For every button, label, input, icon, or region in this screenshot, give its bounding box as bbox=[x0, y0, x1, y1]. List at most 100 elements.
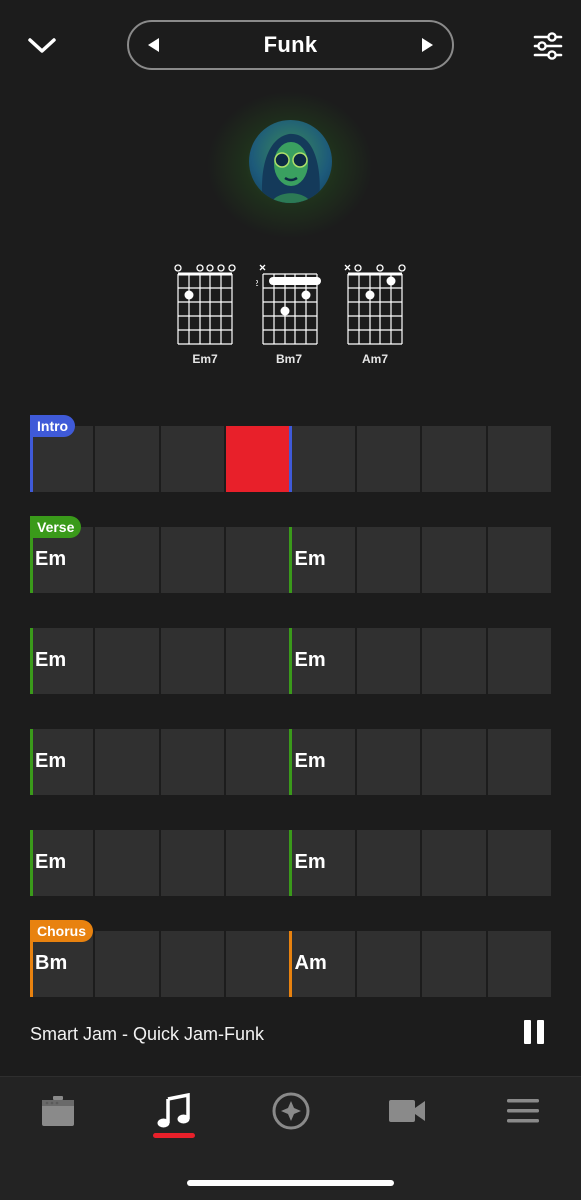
section-row[interactable]: Em Em bbox=[30, 729, 551, 795]
selected-tab-indicator bbox=[153, 1133, 195, 1138]
beat-cell[interactable] bbox=[422, 931, 486, 997]
home-indicator bbox=[187, 1180, 394, 1186]
chord-label: Em bbox=[35, 750, 67, 772]
beat-cell[interactable] bbox=[487, 729, 551, 795]
chord-label: Em bbox=[35, 649, 67, 671]
chord-label: Em bbox=[35, 548, 67, 570]
beat-cell[interactable] bbox=[422, 729, 486, 795]
amp-icon bbox=[42, 1096, 74, 1126]
tab-amp[interactable] bbox=[33, 1091, 83, 1131]
beat-cell[interactable] bbox=[226, 527, 290, 593]
beat-cell[interactable] bbox=[226, 628, 290, 694]
chord-name: Am7 bbox=[361, 352, 388, 366]
beat-cell[interactable] bbox=[160, 931, 225, 997]
beat-cell[interactable] bbox=[226, 830, 290, 896]
next-style-button[interactable] bbox=[416, 33, 440, 57]
chord-change-marker bbox=[288, 729, 292, 795]
beat-cell[interactable] bbox=[160, 426, 225, 492]
tab-music[interactable] bbox=[149, 1091, 199, 1131]
chord-change-marker bbox=[288, 931, 292, 997]
artist-portrait-image bbox=[262, 133, 320, 203]
beat-cell[interactable] bbox=[95, 426, 159, 492]
chord-grid-am7 bbox=[344, 264, 406, 345]
section-tag: Verse bbox=[30, 516, 82, 538]
beat-cell[interactable] bbox=[422, 628, 486, 694]
sliders-icon bbox=[533, 32, 563, 60]
menu-icon bbox=[507, 1099, 539, 1123]
now-playing-title: Smart Jam - Quick Jam-Funk bbox=[30, 1024, 265, 1044]
chord-grid-em7 bbox=[174, 264, 236, 345]
beat-cell[interactable] bbox=[95, 729, 159, 795]
chord-diagram-bm7[interactable]: 2 Bm7 bbox=[256, 262, 322, 368]
beat-cell[interactable] bbox=[356, 527, 421, 593]
beat-cell[interactable] bbox=[422, 426, 486, 492]
chord-name: Bm7 bbox=[275, 352, 302, 366]
beat-cell[interactable] bbox=[356, 729, 421, 795]
beat-cell[interactable] bbox=[160, 729, 225, 795]
beat-cell[interactable] bbox=[95, 628, 159, 694]
settings-button[interactable] bbox=[530, 28, 566, 64]
section-row[interactable]: Chorus Bm Am bbox=[30, 920, 551, 997]
beat-cell[interactable] bbox=[487, 931, 551, 997]
music-note-icon bbox=[157, 1093, 190, 1128]
beat-cell[interactable] bbox=[160, 628, 225, 694]
chord-start-marker bbox=[30, 628, 33, 694]
beat-cell[interactable] bbox=[487, 527, 551, 593]
section-tag: Intro bbox=[30, 415, 76, 437]
style-selector[interactable]: Funk bbox=[127, 20, 454, 70]
chord-label: Em bbox=[294, 750, 326, 772]
section-row[interactable]: Verse Em Em bbox=[30, 516, 551, 593]
beat-cell[interactable] bbox=[95, 931, 159, 997]
beat-cell[interactable] bbox=[422, 527, 486, 593]
beat-cell[interactable] bbox=[356, 830, 421, 896]
chord-label: Bm bbox=[35, 952, 68, 974]
chord-label: Em bbox=[294, 649, 326, 671]
beat-cell[interactable] bbox=[226, 729, 290, 795]
pause-icon-bar bbox=[537, 1020, 544, 1044]
beat-cell[interactable] bbox=[356, 628, 421, 694]
compass-icon bbox=[272, 1092, 310, 1130]
chord-change-marker bbox=[288, 426, 292, 492]
chord-label: Em bbox=[35, 851, 67, 873]
tab-discover[interactable] bbox=[266, 1091, 316, 1131]
beat-cell[interactable] bbox=[422, 830, 486, 896]
beat-cell[interactable] bbox=[487, 830, 551, 896]
chord-name: Em7 bbox=[192, 352, 218, 366]
chord-start-marker bbox=[30, 830, 33, 896]
beat-cell[interactable] bbox=[95, 527, 159, 593]
triangle-right-icon bbox=[421, 38, 433, 52]
current-beat-cell[interactable] bbox=[226, 426, 290, 492]
tab-menu[interactable] bbox=[498, 1091, 548, 1131]
chord-change-marker bbox=[288, 830, 292, 896]
style-title: Funk bbox=[263, 32, 318, 57]
chord-grid-bm7: 2 bbox=[256, 264, 321, 345]
collapse-button[interactable] bbox=[22, 28, 62, 64]
previous-style-button[interactable] bbox=[141, 33, 165, 57]
section-row[interactable]: Em Em bbox=[30, 628, 551, 694]
beat-cell[interactable] bbox=[356, 931, 421, 997]
fret-number: 2 bbox=[256, 279, 259, 288]
beat-cell[interactable] bbox=[487, 426, 551, 492]
tab-video[interactable] bbox=[382, 1091, 432, 1131]
beat-cell[interactable] bbox=[356, 426, 421, 492]
tab-bar bbox=[0, 1076, 581, 1200]
chord-start-marker bbox=[30, 729, 33, 795]
beat-cell[interactable] bbox=[95, 830, 159, 896]
chord-change-marker bbox=[288, 628, 292, 694]
video-camera-icon bbox=[389, 1100, 425, 1122]
beat-cell[interactable] bbox=[226, 931, 290, 997]
chord-change-marker bbox=[288, 527, 292, 593]
section-row[interactable]: Em Em bbox=[30, 830, 551, 896]
chord-label: Am bbox=[294, 952, 327, 974]
chord-label: Em bbox=[294, 851, 326, 873]
section-row[interactable]: Intro bbox=[30, 415, 551, 492]
chord-diagram-am7[interactable]: Am7 bbox=[342, 262, 408, 368]
beat-cell[interactable] bbox=[160, 527, 225, 593]
chord-diagram-em7[interactable]: Em7 bbox=[172, 262, 238, 368]
pause-button[interactable] bbox=[520, 1020, 548, 1048]
beat-cell[interactable] bbox=[160, 830, 225, 896]
chevron-down-icon bbox=[28, 38, 56, 53]
beat-cell[interactable] bbox=[291, 426, 355, 492]
section-tag: Chorus bbox=[30, 920, 93, 942]
beat-cell[interactable] bbox=[487, 628, 551, 694]
